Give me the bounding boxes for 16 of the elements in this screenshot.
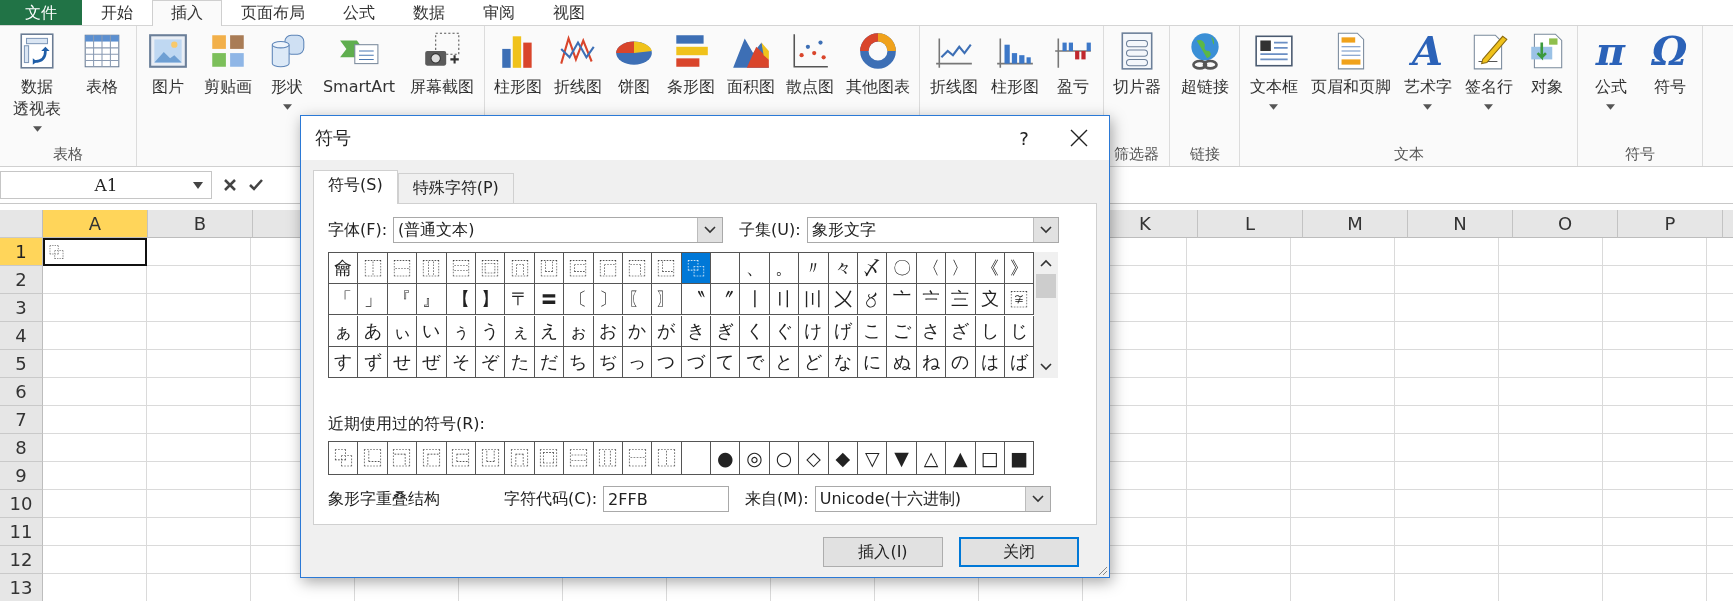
field-label: 来自(M): [745,488,809,510]
dialog-title: 符号 [315,126,352,150]
field-label: 字体(F): [328,219,388,241]
group-label: 文本 [1393,144,1424,164]
group-label: 筛选器 [1114,144,1159,164]
field-label: 字符代码(C): [504,488,598,510]
field-label: 子集(U): [739,219,801,241]
group-label: 链接 [1189,144,1220,164]
wordart-letter-icon: A [1411,30,1443,72]
omega-symbol-icon: Ω [1651,30,1688,72]
group-label: 表格 [53,144,83,164]
symbol-description: 象形字重叠结构 [328,488,441,510]
cell-text: ⿻ [49,242,64,262]
group-label: 符号 [1625,144,1655,164]
pi-symbol-icon: π [1595,30,1626,72]
recent-symbols-label: 近期使用过的符号(R): [328,414,486,435]
